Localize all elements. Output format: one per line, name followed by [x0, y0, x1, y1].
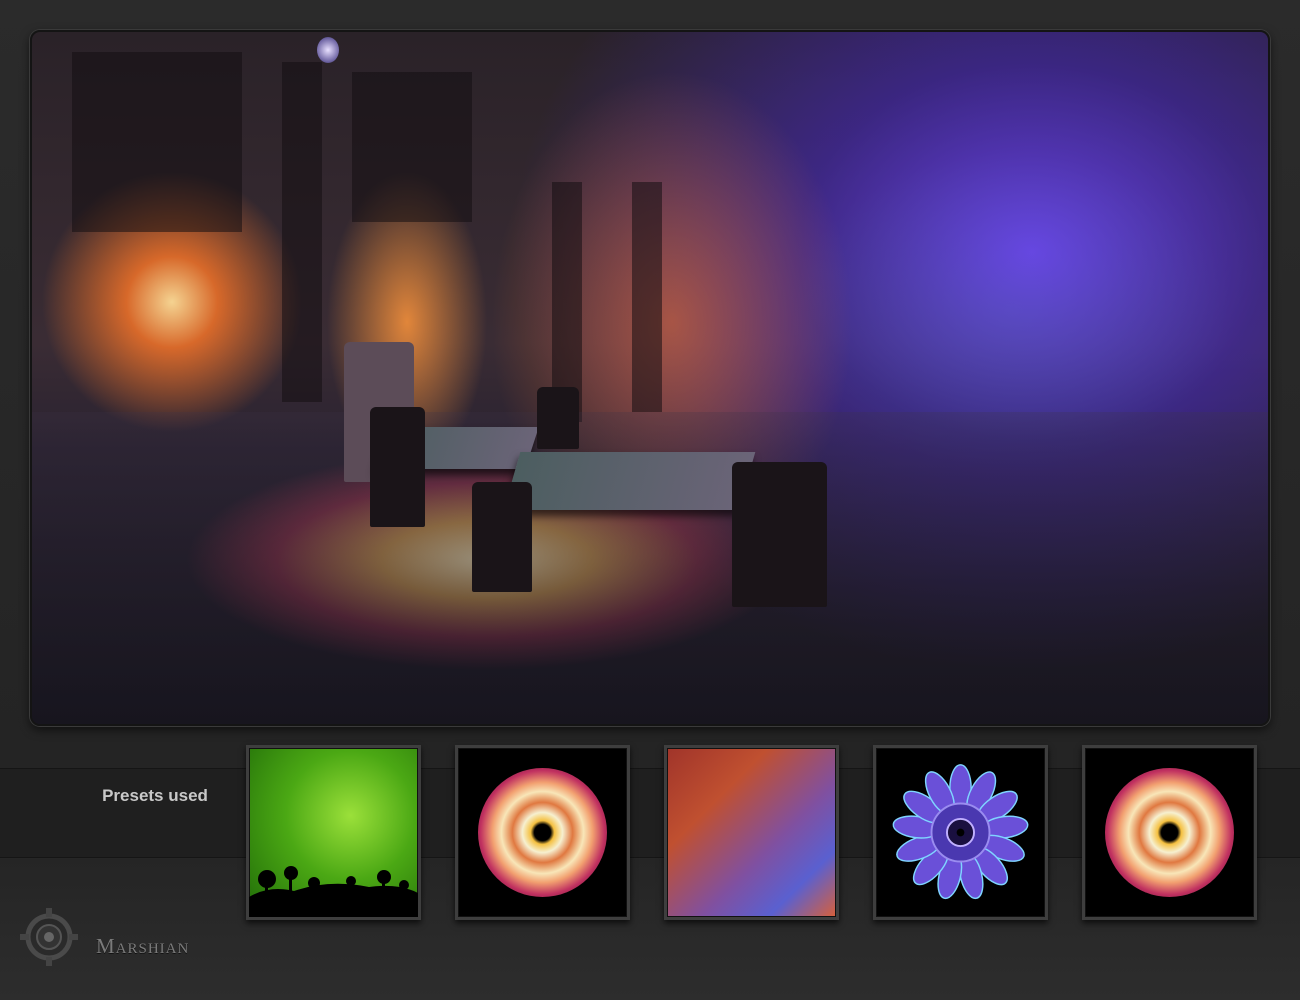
radial-ring-graphic	[1105, 768, 1234, 897]
mandala-graphic	[892, 764, 1029, 900]
ceiling-lamp	[317, 37, 339, 63]
preset-thumbnail-2[interactable]	[455, 745, 630, 920]
forest-silhouette	[249, 866, 418, 917]
column-right	[632, 182, 662, 412]
preset-thumbnail-1[interactable]	[246, 745, 421, 920]
preset-thumbnail-3[interactable]	[664, 745, 839, 920]
preset-thumbnail-5[interactable]	[1082, 745, 1257, 920]
brand-name: Marshian	[96, 934, 190, 958]
column-left	[282, 62, 322, 402]
radial-ring-graphic	[478, 768, 607, 897]
chair-front	[472, 482, 532, 592]
presets-label: Presets used	[102, 786, 208, 805]
table-front	[503, 452, 756, 510]
render-preview-image	[30, 30, 1270, 726]
center-window	[352, 72, 472, 222]
chair-back	[537, 387, 579, 449]
chair-left	[370, 407, 425, 527]
preset-thumbnail-4[interactable]	[873, 745, 1048, 920]
gear-logo-icon	[20, 908, 78, 966]
chair-right	[732, 462, 827, 607]
left-doorway	[72, 52, 242, 232]
column-center	[552, 182, 582, 422]
